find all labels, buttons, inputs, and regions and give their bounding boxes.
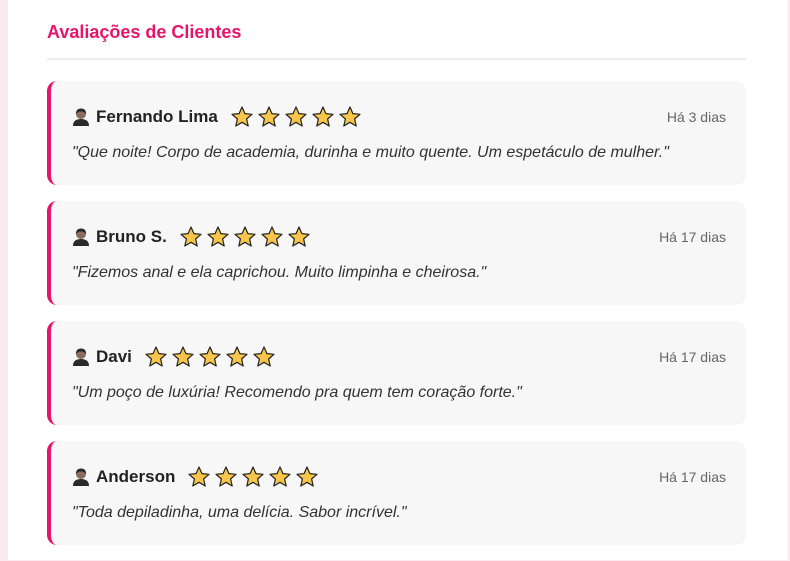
reviewer-name: Davi: [96, 347, 132, 366]
review-card: Davi Há 17 dias "Um poço de luxúria! Rec…: [47, 321, 746, 425]
review-list: Fernando Lima Há 3 dias "Que noite! Corp…: [47, 81, 746, 561]
star-icon: [226, 346, 248, 367]
review-header: Bruno S.: [72, 223, 314, 251]
star-icon: [285, 106, 307, 127]
star-icon: [339, 106, 361, 127]
star-rating: [144, 345, 279, 369]
star-icon: [242, 466, 264, 487]
review-date: Há 17 dias: [659, 349, 726, 365]
star-icon: [258, 106, 280, 127]
review-header: Fernando Lima: [72, 103, 365, 131]
star-icon: [296, 466, 318, 487]
star-icon: [199, 346, 221, 367]
star-icon: [180, 226, 202, 247]
star-icon: [288, 226, 310, 247]
review-card: Fernando Lima Há 3 dias "Que noite! Corp…: [47, 81, 746, 185]
star-icon: [145, 346, 167, 367]
star-icon: [261, 226, 283, 247]
star-icon: [312, 106, 334, 127]
star-icon: [234, 226, 256, 247]
person-icon: [72, 467, 90, 487]
star-icon: [215, 466, 237, 487]
star-icon: [172, 346, 194, 367]
review-date: Há 3 dias: [666, 109, 726, 125]
reviewer-name: Bruno S.: [96, 227, 167, 246]
star-rating: [187, 465, 322, 489]
review-date: Há 17 dias: [659, 229, 726, 245]
star-icon: [207, 226, 229, 247]
review-header: Davi: [72, 343, 279, 371]
person-icon: [72, 347, 90, 367]
review-text: "Que noite! Corpo de academia, durinha e…: [72, 144, 669, 161]
star-rating: [230, 105, 365, 129]
person-icon: [72, 107, 90, 127]
review-text: "Fizemos anal e ela caprichou. Muito lim…: [72, 264, 487, 281]
reviews-panel: Avaliações de Clientes Fernando Lima Há …: [8, 0, 788, 560]
review-card: Anderson Há 17 dias "Toda depiladinha, u…: [47, 441, 746, 545]
review-date: Há 17 dias: [659, 469, 726, 485]
star-icon: [253, 346, 275, 367]
section-title: Avaliações de Clientes: [47, 22, 242, 42]
reviewer-name: Fernando Lima: [96, 107, 218, 126]
review-text: "Um poço de luxúria! Recomendo pra quem …: [72, 384, 522, 401]
review-header: Anderson: [72, 463, 322, 491]
star-icon: [231, 106, 253, 127]
star-rating: [179, 225, 314, 249]
star-icon: [188, 466, 210, 487]
person-icon: [72, 227, 90, 247]
star-icon: [269, 466, 291, 487]
review-card: Bruno S. Há 17 dias "Fizemos anal e ela …: [47, 201, 746, 305]
reviewer-name: Anderson: [96, 467, 176, 486]
divider: [47, 58, 746, 60]
review-text: "Toda depiladinha, uma delícia. Sabor in…: [72, 504, 407, 521]
